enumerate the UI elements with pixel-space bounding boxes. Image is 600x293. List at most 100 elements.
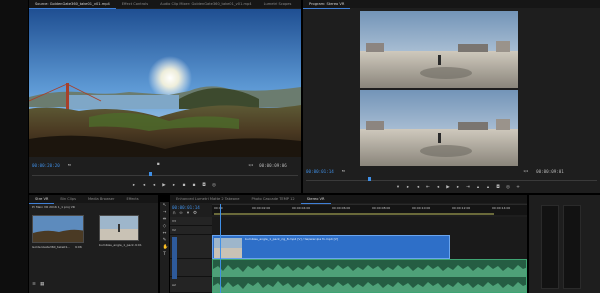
ripple-edit-tool-icon[interactable]: ⇹ bbox=[163, 217, 167, 222]
program-video-frame[interactable] bbox=[360, 11, 518, 166]
vr-toggle-icon[interactable]: ◎ bbox=[506, 185, 510, 190]
slip-tool-icon[interactable]: ↔ bbox=[163, 231, 167, 236]
program-resolution-select[interactable]: 1/4 bbox=[523, 169, 528, 173]
play-icon[interactable]: ▶ bbox=[446, 185, 450, 190]
tab-program[interactable]: Program: Stereo VR bbox=[303, 0, 351, 9]
source-patch-v[interactable] bbox=[172, 237, 177, 261]
tools-panel: ↖ ⇢ ⇹ ◇ ↔ ✎ ✋ T bbox=[160, 202, 169, 293]
tab-audio-clip-mixer[interactable]: Audio Clip Mixer: GoldenGate360_take01_v… bbox=[154, 0, 257, 8]
step-back-icon[interactable]: ◂ bbox=[152, 183, 156, 188]
tab-sequence-2[interactable]: Photo Cascade TEMP 12 bbox=[245, 195, 300, 203]
timeline-panel: Enhanced Lumetri Matte 2 Takeone Photo C… bbox=[170, 195, 527, 293]
source-timecode-in[interactable]: 00:00:20:20 bbox=[32, 163, 60, 168]
source-transport-controls: ▸ ◂ ◂ ▶ ▸ ▪ ▪ ◘ ◎ bbox=[109, 182, 239, 190]
timeline-playhead[interactable] bbox=[220, 204, 221, 293]
source-resolution-select[interactable]: 1/4 bbox=[248, 163, 253, 167]
wrench-icon[interactable]: ⚙ bbox=[193, 211, 197, 216]
video-clip[interactable]: bumbles_angle_1_pack_rig_8.mp4 [V] / tw/… bbox=[212, 235, 450, 259]
project-path: Pr Main VR 2016 1_1 proj VR bbox=[32, 205, 75, 209]
tab-bin-clips[interactable]: Bin Clips bbox=[54, 195, 82, 203]
mark-out-icon[interactable]: ◂ bbox=[142, 183, 146, 188]
source-timecode-out: 00:00:09:06 bbox=[259, 162, 287, 168]
step-forward-icon[interactable]: ▸ bbox=[456, 185, 460, 190]
track-header-v2[interactable]: V2 bbox=[170, 226, 212, 235]
left-edge-panel bbox=[0, 0, 28, 293]
add-marker-icon[interactable]: ▾ bbox=[396, 185, 400, 190]
source-video-frame[interactable] bbox=[29, 9, 301, 157]
source-playhead-icon[interactable] bbox=[149, 172, 152, 176]
track-header-a2[interactable]: A2 bbox=[170, 277, 212, 293]
stereo-thumbnail-image bbox=[100, 216, 138, 240]
mark-in-icon[interactable]: ▸ bbox=[132, 183, 136, 188]
project-item-thumbnail[interactable] bbox=[99, 215, 139, 241]
selection-tool-icon[interactable]: ↖ bbox=[163, 203, 167, 208]
work-area-bar[interactable] bbox=[214, 213, 494, 215]
icon-view-icon[interactable]: ▦ bbox=[40, 282, 44, 287]
program-monitor-panel: Program: Stereo VR 00:00:01:14 Fit 1/4 0… bbox=[303, 0, 600, 193]
timeline-timecode[interactable]: 00:00:01:14 bbox=[172, 205, 200, 210]
track-header-v3[interactable]: V3 bbox=[170, 217, 212, 226]
hand-tool-icon[interactable]: ✋ bbox=[163, 245, 169, 250]
mark-in-icon[interactable]: ▸ bbox=[406, 185, 410, 190]
audio-clip[interactable] bbox=[212, 259, 527, 293]
vr-toggle-icon[interactable]: ◎ bbox=[212, 183, 216, 188]
export-frame-icon[interactable]: ◘ bbox=[202, 183, 206, 188]
stereo-vr-frames-image bbox=[360, 11, 518, 166]
project-item-thumbnail[interactable] bbox=[32, 215, 84, 243]
insert-icon[interactable]: ▪ bbox=[182, 183, 186, 188]
ruler-label: 00:00:10:00 bbox=[412, 206, 431, 210]
source-settings-icon[interactable]: ▪ bbox=[156, 162, 160, 167]
tab-effects[interactable]: Effects bbox=[120, 195, 144, 203]
tab-project[interactable]: Stre VR bbox=[29, 195, 55, 204]
golden-gate-panorama-image bbox=[29, 9, 301, 157]
step-forward-icon[interactable]: ▸ bbox=[172, 183, 176, 188]
extract-icon[interactable]: ▴ bbox=[486, 185, 490, 190]
overwrite-icon[interactable]: ▪ bbox=[192, 183, 196, 188]
timeline-ruler[interactable]: 00:00 00:00:02:00 00:00:04:00 00:00:06:0… bbox=[212, 204, 527, 215]
program-scrubber[interactable] bbox=[306, 177, 597, 181]
project-tabbar: Stre VR Bin Clips Media Browser Effects bbox=[29, 195, 158, 204]
go-to-out-icon[interactable]: ⇥ bbox=[466, 185, 470, 190]
tab-media-browser[interactable]: Media Browser bbox=[82, 195, 121, 203]
snap-icon[interactable]: ∩ bbox=[172, 211, 176, 216]
go-to-in-icon[interactable]: ⇤ bbox=[426, 185, 430, 190]
tab-sequence-1[interactable]: Enhanced Lumetri Matte 2 Takeone bbox=[170, 195, 245, 203]
project-item-label: bumbles_angle_1_pack... bbox=[99, 243, 135, 247]
source-fit-select[interactable]: Fit bbox=[68, 163, 72, 167]
project-bottom-bar: ≡ ▦ bbox=[32, 281, 152, 288]
program-timecode-in[interactable]: 00:00:01:14 bbox=[306, 169, 334, 174]
export-frame-icon[interactable]: ◘ bbox=[496, 185, 500, 190]
track-select-tool-icon[interactable]: ⇢ bbox=[163, 210, 167, 215]
add-marker-icon[interactable]: ▾ bbox=[186, 211, 190, 216]
program-playhead-icon[interactable] bbox=[368, 177, 371, 181]
tab-source[interactable]: Source: GoldenGate360_take01_v01.mp4 bbox=[29, 0, 116, 9]
tab-sequence-3[interactable]: Stereo VR bbox=[300, 195, 331, 204]
audio-meter-left bbox=[541, 205, 559, 289]
program-fit-select[interactable]: Fit bbox=[342, 169, 346, 173]
type-tool-icon[interactable]: T bbox=[163, 252, 167, 257]
source-monitor-panel: Source: GoldenGate360_take01_v01.mp4 Eff… bbox=[29, 0, 334, 193]
ruler-label: 00:00:06:00 bbox=[332, 206, 351, 210]
tab-effect-controls[interactable]: Effect Controls bbox=[116, 0, 154, 8]
program-transport-controls: ▾ ▸ ◂ ⇤ ◂ ▶ ▸ ⇥ ▴ ▴ ◘ ◎ + bbox=[378, 184, 538, 192]
project-panel: Stre VR Bin Clips Media Browser Effects … bbox=[29, 195, 158, 293]
source-patch-a[interactable] bbox=[172, 261, 177, 279]
program-tabbar: Program: Stereo VR bbox=[303, 0, 600, 9]
list-view-icon[interactable]: ≡ bbox=[32, 282, 36, 287]
source-scrubber[interactable] bbox=[32, 172, 298, 176]
ruler-label: 00:00:04:00 bbox=[292, 206, 311, 210]
settings-icon[interactable]: + bbox=[516, 185, 520, 190]
play-icon[interactable]: ▶ bbox=[162, 183, 166, 188]
mark-out-icon[interactable]: ◂ bbox=[416, 185, 420, 190]
ruler-label: 00:00 bbox=[214, 206, 223, 210]
ruler-label: 00:00:12:00 bbox=[452, 206, 471, 210]
clip-thumbnail bbox=[214, 238, 242, 258]
tab-lumetri-scopes[interactable]: Lumetri Scopes bbox=[258, 0, 298, 8]
lift-icon[interactable]: ▴ bbox=[476, 185, 480, 190]
project-item-label: GoldenGate360_take01... bbox=[32, 245, 71, 249]
project-item-duration: 9:01 bbox=[135, 243, 142, 247]
razor-tool-icon[interactable]: ◇ bbox=[163, 224, 167, 229]
pen-tool-icon[interactable]: ✎ bbox=[163, 238, 167, 243]
step-back-icon[interactable]: ◂ bbox=[436, 185, 440, 190]
linked-selection-icon[interactable]: ∞ bbox=[179, 211, 183, 216]
